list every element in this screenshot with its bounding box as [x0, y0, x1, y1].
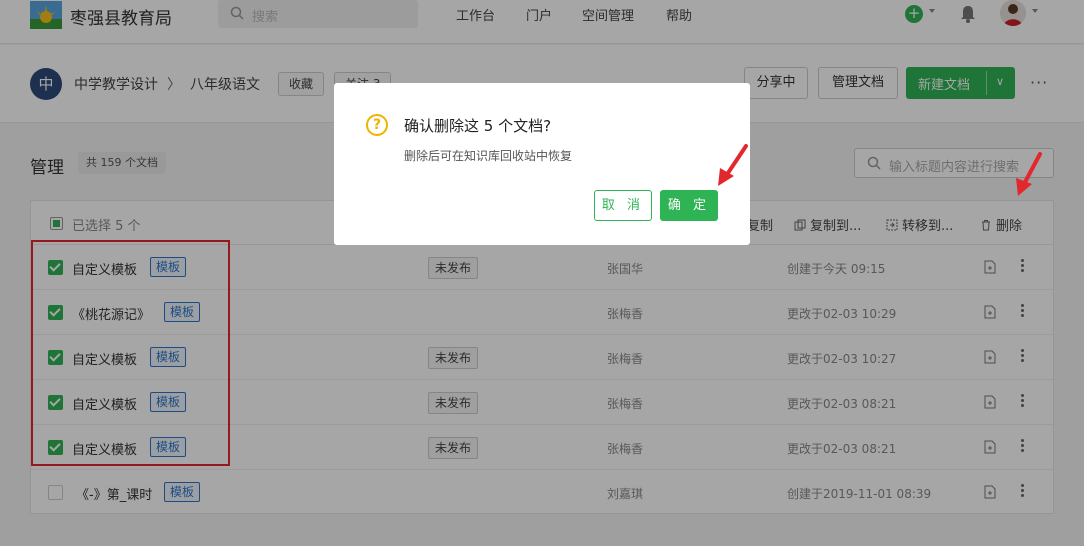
question-icon: ?	[366, 114, 388, 136]
cancel-button[interactable]: 取 消	[594, 190, 652, 221]
annotation-arrow-icon	[1016, 152, 1042, 196]
confirm-button[interactable]: 确 定	[660, 190, 718, 221]
modal-overlay[interactable]	[0, 0, 1084, 546]
annotation-arrow-icon	[718, 144, 748, 186]
dialog-title: 确认删除这 5 个文档?	[404, 117, 552, 135]
dialog-subtitle: 删除后可在知识库回收站中恢复	[404, 149, 573, 163]
confirm-delete-dialog: ? 确认删除这 5 个文档? 删除后可在知识库回收站中恢复 取 消 确 定	[334, 83, 750, 245]
